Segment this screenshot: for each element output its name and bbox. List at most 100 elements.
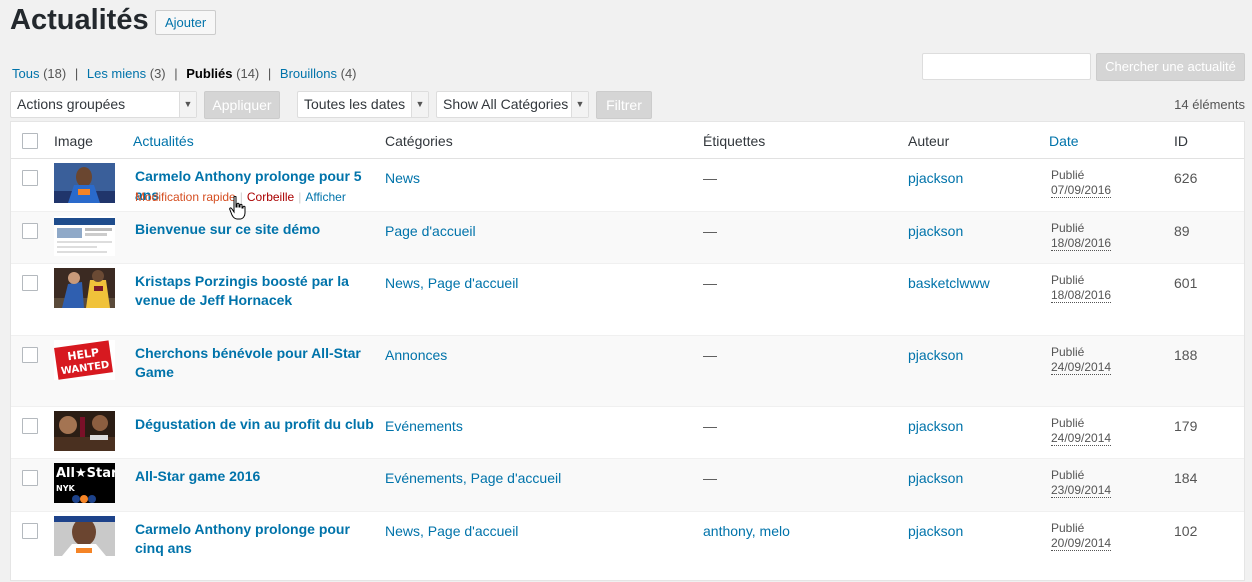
column-title[interactable]: Actualités xyxy=(133,133,194,149)
post-thumbnail[interactable] xyxy=(54,216,115,256)
post-id: 179 xyxy=(1174,418,1198,434)
post-title-link[interactable]: Carmelo Anthony prolonge pour cinq ans xyxy=(135,520,375,558)
post-title-link[interactable]: Dégustation de vin au profit du club xyxy=(135,415,375,434)
post-author[interactable]: pjackson xyxy=(908,170,963,186)
row-checkbox[interactable] xyxy=(22,523,38,539)
post-tags: — xyxy=(703,470,717,486)
post-author[interactable]: pjackson xyxy=(908,470,963,486)
row-checkbox[interactable] xyxy=(22,223,38,239)
post-tags[interactable]: anthony, melo xyxy=(703,523,790,539)
post-status: Publié xyxy=(1051,345,1085,359)
post-categories[interactable]: Evénements xyxy=(385,418,463,434)
trash-link[interactable]: Corbeille xyxy=(247,190,294,204)
post-author[interactable]: basketclwww xyxy=(908,275,990,291)
post-date: Publié 23/09/2014 xyxy=(1051,468,1112,498)
filter-separator: | xyxy=(74,66,79,81)
post-title-link[interactable]: Cherchons bénévole pour All-Star Game xyxy=(135,344,375,382)
post-categories[interactable]: Page d'accueil xyxy=(385,223,476,239)
post-status: Publié xyxy=(1051,168,1085,182)
post-date-value: 18/08/2016 xyxy=(1051,288,1112,303)
post-author[interactable]: pjackson xyxy=(908,347,963,363)
post-date: Publié 07/09/2016 xyxy=(1051,168,1112,198)
post-categories[interactable]: News xyxy=(385,170,420,186)
row-checkbox[interactable] xyxy=(22,418,38,434)
status-filters: Tous (18) | Les miens (3) | Publiés (14)… xyxy=(12,66,357,81)
post-id: 626 xyxy=(1174,170,1198,186)
date-filter-value: Toutes les dates xyxy=(304,96,406,112)
add-new-button[interactable]: Ajouter xyxy=(155,10,217,35)
post-categories[interactable]: News, Page d'accueil xyxy=(385,523,518,539)
filter-button[interactable]: Filtrer xyxy=(596,91,652,119)
table-row: Carmelo Anthony prolonge pour cinq ans N… xyxy=(11,512,1244,582)
row-checkbox[interactable] xyxy=(22,347,38,363)
post-title-link[interactable]: All-Star game 2016 xyxy=(135,467,375,486)
row-checkbox[interactable] xyxy=(22,275,38,291)
post-title-link[interactable]: Kristaps Porzingis boosté par la venue d… xyxy=(135,272,375,310)
page-title: Actualités xyxy=(10,4,149,36)
select-all-checkbox[interactable] xyxy=(22,133,38,149)
post-thumbnail[interactable]: HELP WANTED xyxy=(54,340,115,380)
column-image: Image xyxy=(54,133,93,149)
chevron-down-icon: ▼ xyxy=(411,92,428,117)
post-tags: — xyxy=(703,275,717,291)
post-title-link[interactable]: Bienvenue sur ce site démo xyxy=(135,220,375,239)
post-author[interactable]: pjackson xyxy=(908,523,963,539)
column-author: Auteur xyxy=(908,133,950,149)
post-id: 601 xyxy=(1174,275,1198,291)
table-row: Carmelo Anthony prolonge pour 5 ans Modi… xyxy=(11,159,1244,212)
post-date-value: 20/09/2014 xyxy=(1051,536,1112,551)
chevron-down-icon: ▼ xyxy=(179,92,196,117)
hand-cursor-icon xyxy=(229,195,247,223)
post-tags: — xyxy=(703,170,717,186)
post-categories[interactable]: Evénements, Page d'accueil xyxy=(385,470,561,486)
table-row: All★Star NYK All-Star game 2016 Evénemen… xyxy=(11,459,1244,512)
filter-separator: | xyxy=(267,66,272,81)
apply-button[interactable]: Appliquer xyxy=(204,91,280,119)
bulk-actions-select[interactable]: Actions groupées ▼ xyxy=(10,91,197,118)
chevron-down-icon: ▼ xyxy=(571,92,588,117)
view-link[interactable]: Afficher xyxy=(305,190,345,204)
post-author[interactable]: pjackson xyxy=(908,223,963,239)
post-id: 188 xyxy=(1174,347,1198,363)
post-date: Publié 24/09/2014 xyxy=(1051,416,1112,446)
quick-edit-link[interactable]: Modification rapide xyxy=(135,190,236,204)
filter-drafts[interactable]: Brouillons xyxy=(280,66,337,81)
post-tags: — xyxy=(703,223,717,239)
post-tags: — xyxy=(703,418,717,434)
table-row: Bienvenue sur ce site démo Page d'accuei… xyxy=(11,212,1244,264)
filter-all[interactable]: Tous xyxy=(12,66,39,81)
post-date: Publié 24/09/2014 xyxy=(1051,345,1112,375)
post-id: 89 xyxy=(1174,223,1190,239)
post-status: Publié xyxy=(1051,416,1085,430)
post-thumbnail[interactable] xyxy=(54,268,115,308)
post-categories[interactable]: Annonces xyxy=(385,347,447,363)
row-checkbox[interactable] xyxy=(22,170,38,186)
column-date[interactable]: Date xyxy=(1049,133,1079,149)
post-thumbnail[interactable] xyxy=(54,516,115,556)
items-count: 14 éléments xyxy=(1174,97,1245,112)
post-date: Publié 18/08/2016 xyxy=(1051,221,1112,251)
category-filter-select[interactable]: Show All Catégories ▼ xyxy=(436,91,589,118)
post-date-value: 07/09/2016 xyxy=(1051,183,1112,198)
filter-drafts-count: (4) xyxy=(340,66,357,81)
post-author[interactable]: pjackson xyxy=(908,418,963,434)
search-button[interactable]: Chercher une actualité xyxy=(1096,53,1245,81)
search-input[interactable] xyxy=(922,53,1091,80)
filter-all-count: (18) xyxy=(43,66,67,81)
post-date-value: 23/09/2014 xyxy=(1051,483,1112,498)
post-categories[interactable]: News, Page d'accueil xyxy=(385,275,518,291)
nyk-thumb-text: NYK xyxy=(56,484,75,493)
post-thumbnail[interactable] xyxy=(54,163,115,203)
all-star-thumb-text: All★Star xyxy=(56,466,115,481)
post-date-value: 24/09/2014 xyxy=(1051,431,1112,446)
post-date: Publié 18/08/2016 xyxy=(1051,273,1112,303)
post-thumbnail[interactable]: All★Star NYK xyxy=(54,463,115,503)
bulk-actions-value: Actions groupées xyxy=(17,96,126,112)
post-tags: — xyxy=(703,347,717,363)
filter-published[interactable]: Publiés xyxy=(186,66,232,81)
row-checkbox[interactable] xyxy=(22,470,38,486)
date-filter-select[interactable]: Toutes les dates ▼ xyxy=(297,91,429,118)
filter-separator: | xyxy=(174,66,178,81)
filter-mine[interactable]: Les miens xyxy=(87,66,146,81)
post-thumbnail[interactable] xyxy=(54,411,115,451)
